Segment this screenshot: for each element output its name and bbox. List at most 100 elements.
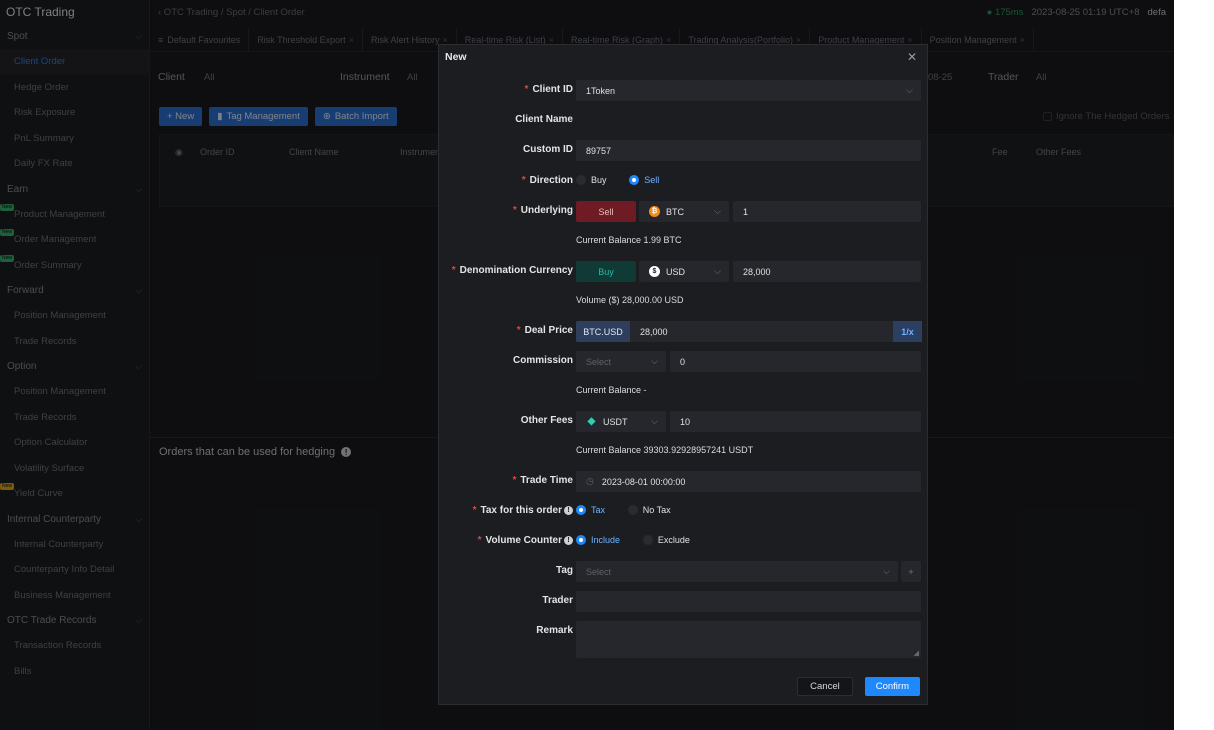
radio-icon xyxy=(627,505,638,515)
underlying-label-text: Underlying xyxy=(520,205,573,216)
custom-id-label: Custom ID xyxy=(523,144,573,155)
underlying-balance-row: Current Balance 1.99 BTC xyxy=(439,231,929,252)
client-id-row: * Client ID 1Token ⌵ xyxy=(439,80,929,101)
tag-row: Tag Select ⌵ + xyxy=(439,561,929,582)
info-icon[interactable]: ! xyxy=(564,506,573,515)
trade-time-value: 2023-08-01 00:00:00 xyxy=(601,476,686,487)
underlying-row: * Underlying Sell ₿ BTC ⌵ 1 xyxy=(439,201,929,222)
direction-radio-group: Buy Sell xyxy=(576,175,679,196)
tag-select[interactable]: Select ⌵ xyxy=(576,561,898,582)
other-fees-currency-select[interactable]: ◆ USDT ⌵ xyxy=(576,411,666,432)
underlying-balance: Current Balance 1.99 BTC xyxy=(576,235,682,245)
denomination-label: * Denomination Currency xyxy=(452,265,573,276)
denomination-row: * Denomination Currency Buy $ USD ⌵ 28,000 xyxy=(439,261,929,282)
radio-label: No Tax xyxy=(642,505,671,515)
required-marker: * xyxy=(524,84,529,95)
client-id-label: * Client ID xyxy=(525,84,573,95)
commission-currency-select[interactable]: Select ⌵ xyxy=(576,351,666,372)
trade-time-row: * Trade Time ◷ 2023-08-01 00:00:00 xyxy=(439,471,929,492)
custom-id-row: Custom ID 89757 xyxy=(439,140,929,161)
commission-row: Commission Select ⌵ 0 xyxy=(439,351,929,372)
deal-price-value: 28,000 xyxy=(640,326,668,337)
commission-amount-value: 0 xyxy=(680,356,686,367)
custom-id-value: 89757 xyxy=(586,145,612,156)
close-icon[interactable]: ✕ xyxy=(907,50,917,64)
required-marker: * xyxy=(451,265,456,276)
bitcoin-icon: ₿ xyxy=(649,206,660,217)
other-fees-amount-input[interactable]: 10 xyxy=(670,411,921,432)
trader-label: Trader xyxy=(542,595,573,606)
other-fees-amount-value: 10 xyxy=(680,416,691,427)
trader-input[interactable] xyxy=(576,591,921,612)
client-id-select[interactable]: 1Token ⌵ xyxy=(576,80,921,101)
include-radio[interactable]: Include xyxy=(576,535,620,545)
radio-selected-icon xyxy=(576,535,586,545)
tag-placeholder: Select xyxy=(586,566,612,577)
underlying-label: * Underlying xyxy=(513,205,573,216)
other-fees-balance: Current Balance 39303.92928957241 USDT xyxy=(576,445,754,455)
radio-selected-icon xyxy=(576,505,586,515)
trade-time-picker[interactable]: ◷ 2023-08-01 00:00:00 xyxy=(576,471,921,492)
commission-balance: Current Balance - xyxy=(576,385,647,395)
other-fees-label: Other Fees xyxy=(520,415,573,426)
other-fees-currency-value: USDT xyxy=(603,416,628,427)
trade-time-label-text: Trade Time xyxy=(520,475,573,486)
tax-radio[interactable]: Tax xyxy=(576,505,605,515)
volume-row: Volume ($) 28,000.00 USD xyxy=(439,291,929,312)
app-root: OTC Trading Spot ⌵ Client Order Hedge Ord… xyxy=(0,0,1174,730)
radio-label: Tax xyxy=(591,505,606,515)
remark-row: Remark ◢ xyxy=(439,621,929,658)
commission-amount-input[interactable]: 0 xyxy=(670,351,921,372)
direction-sell-radio[interactable]: Sell xyxy=(629,175,659,185)
underlying-amount-input[interactable]: 1 xyxy=(733,201,921,222)
confirm-button[interactable]: Confirm xyxy=(864,677,920,696)
denomination-currency-value: USD xyxy=(666,266,686,277)
new-order-dialog: New ✕ * Client ID 1Token ⌵ Client Name Cus… xyxy=(438,44,928,705)
direction-label: * Direction xyxy=(522,175,573,186)
other-fees-balance-row: Current Balance 39303.92928957241 USDT xyxy=(439,441,929,462)
volume-counter-radio-group: Include Exclude xyxy=(576,535,710,556)
resize-handle-icon[interactable]: ◢ xyxy=(914,649,919,657)
underlying-currency-value: BTC xyxy=(666,206,684,217)
remark-textarea[interactable]: ◢ xyxy=(576,621,921,658)
client-name-label: Client Name xyxy=(515,114,573,125)
tax-label: * Tax for this order! xyxy=(473,505,573,516)
dollar-icon: $ xyxy=(649,266,660,277)
tax-label-text: Tax for this order xyxy=(480,505,563,516)
direction-label-text: Direction xyxy=(529,175,573,186)
exclude-radio[interactable]: Exclude xyxy=(642,535,690,545)
add-tag-button[interactable]: + xyxy=(901,561,921,582)
radio-label: Buy xyxy=(591,175,607,185)
chevron-down-icon: ⌵ xyxy=(651,356,658,366)
underlying-currency-select[interactable]: ₿ BTC ⌵ xyxy=(639,201,729,222)
denomination-amount-input[interactable]: 28,000 xyxy=(733,261,921,282)
radio-label: Sell xyxy=(644,175,660,185)
commission-placeholder: Select xyxy=(586,356,612,367)
info-icon[interactable]: ! xyxy=(564,536,573,545)
denomination-buy-tag: Buy xyxy=(576,261,636,282)
cancel-button[interactable]: Cancel xyxy=(797,677,853,696)
tax-radio-group: Tax No Tax xyxy=(576,505,691,526)
radio-label: Exclude xyxy=(657,535,690,545)
required-marker: * xyxy=(516,325,521,336)
radio-label: Include xyxy=(591,535,621,545)
direction-buy-radio[interactable]: Buy xyxy=(576,175,607,185)
chevron-down-icon: ⌵ xyxy=(651,416,658,426)
reciprocal-toggle-button[interactable]: 1/x xyxy=(893,321,922,342)
trade-time-label: * Trade Time xyxy=(512,475,573,486)
required-marker: * xyxy=(472,505,477,516)
volume-counter-label-text: Volume Counter xyxy=(485,535,562,546)
client-name-row: Client Name xyxy=(439,110,929,131)
denomination-currency-select[interactable]: $ USD ⌵ xyxy=(639,261,729,282)
custom-id-input[interactable]: 89757 xyxy=(576,140,921,161)
tax-row: * Tax for this order! Tax No Tax xyxy=(439,501,929,522)
required-marker: * xyxy=(512,475,517,486)
radio-icon xyxy=(642,535,653,545)
client-id-label-text: Client ID xyxy=(532,84,573,95)
deal-price-pair: BTC.USD xyxy=(576,321,630,342)
volume-counter-label: * Volume Counter! xyxy=(478,535,573,546)
dialog-footer: Cancel Confirm xyxy=(797,677,920,696)
radio-icon xyxy=(576,175,586,185)
no-tax-radio[interactable]: No Tax xyxy=(627,505,671,515)
required-marker: * xyxy=(477,535,482,546)
